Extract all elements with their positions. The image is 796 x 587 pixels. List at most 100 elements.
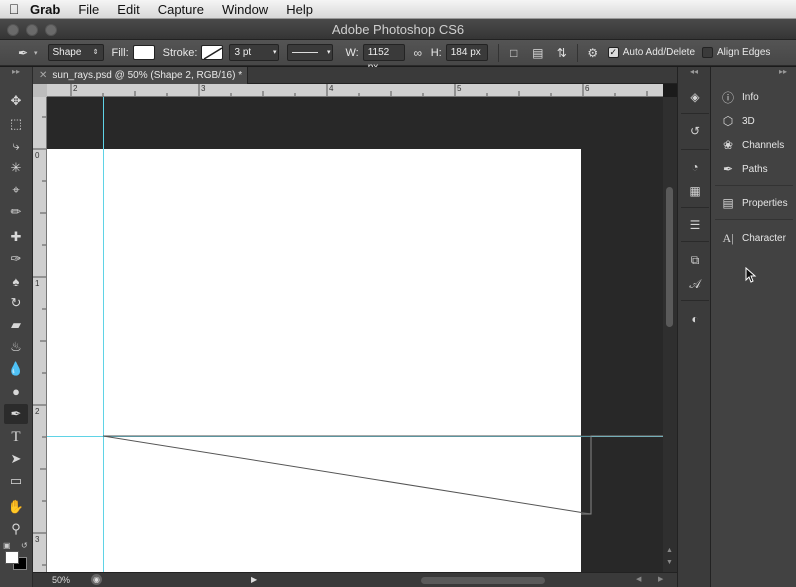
foreground-color-swatch[interactable] bbox=[5, 551, 19, 564]
vruler-label: 3 bbox=[35, 535, 40, 544]
dodge-tool-icon[interactable]: ● bbox=[4, 381, 28, 401]
menu-app-name[interactable]: Grab bbox=[28, 2, 69, 17]
quick-selection-tool-icon[interactable]: ✳ bbox=[4, 158, 28, 178]
menu-window[interactable]: Window bbox=[213, 2, 277, 17]
tool-mode-select[interactable]: Shape ⇕ bbox=[47, 44, 104, 61]
vruler-label: 2 bbox=[35, 407, 40, 416]
vertical-scrollbar[interactable]: ▲ ▼ bbox=[663, 97, 677, 572]
divider bbox=[681, 300, 709, 301]
panel-paths[interactable]: ✒ Paths bbox=[720, 160, 768, 178]
rectangle-tool-icon[interactable]: ▭ bbox=[4, 471, 28, 491]
scroll-up-icon[interactable]: ▲ bbox=[666, 547, 673, 554]
panel-properties-label: Properties bbox=[742, 197, 788, 209]
document-window[interactable] bbox=[47, 97, 663, 572]
stroke-line-preview bbox=[292, 51, 319, 53]
horizontal-scrollbar-thumb[interactable] bbox=[421, 577, 545, 584]
status-info-icon[interactable]: ◉ bbox=[91, 574, 102, 585]
panel-properties[interactable]: ▤ Properties bbox=[720, 194, 788, 212]
hand-tool-icon[interactable]: ✋ bbox=[4, 497, 28, 517]
swatches-icon[interactable]: ▦ bbox=[684, 181, 706, 201]
history-brush-tool-icon[interactable]: ↻ bbox=[4, 293, 28, 313]
menu-file[interactable]: File bbox=[69, 2, 108, 17]
ruler-origin[interactable] bbox=[33, 84, 47, 97]
color-icon[interactable]: ◔ bbox=[684, 157, 706, 177]
vertical-ruler[interactable]: 0 1 2 3 bbox=[33, 97, 47, 572]
guides-and-path-overlay bbox=[47, 97, 663, 572]
mouse-cursor-icon bbox=[745, 267, 757, 283]
stroke-swatch[interactable] bbox=[201, 45, 224, 60]
eyedropper-tool-icon[interactable]: ✏ bbox=[4, 202, 28, 222]
zoom-tool-icon[interactable]: ⚲ bbox=[4, 519, 28, 539]
panel-channels[interactable]: ❀ Channels bbox=[720, 136, 784, 154]
stroke-type-select[interactable]: ▾ bbox=[287, 44, 334, 61]
move-tool-icon[interactable]: ✥ bbox=[4, 91, 28, 111]
vertical-scrollbar-thumb[interactable] bbox=[666, 187, 673, 327]
character-icon: A| bbox=[722, 230, 734, 245]
chevron-down-icon: ▾ bbox=[326, 49, 331, 56]
blur-tool-icon[interactable]: 💧 bbox=[4, 359, 28, 379]
swap-colors-icon[interactable]: ↺ bbox=[21, 541, 28, 550]
updown-icon: ⇕ bbox=[92, 49, 99, 56]
actions-icon[interactable]: ☰ bbox=[684, 215, 706, 235]
crop-tool-icon[interactable]: ⌖ bbox=[4, 180, 28, 200]
pen-tool-icon[interactable]: ✒ bbox=[4, 404, 28, 424]
mac-menubar:  Grab File Edit Capture Window Help bbox=[0, 0, 796, 19]
panel-info[interactable]: ⓘ Info bbox=[720, 88, 759, 106]
clone-stamp-tool-icon[interactable]: ♠ bbox=[4, 271, 28, 291]
marquee-tool-icon[interactable]: ⬚ bbox=[4, 114, 28, 134]
fill-swatch[interactable] bbox=[132, 45, 155, 60]
cube-icon: ⬡ bbox=[722, 114, 734, 128]
tools-panel: ▸▸ ✥ ⬚ ⤷ ✳ ⌖ ✏ ✚ ✑ ♠ ↻ ▰ ♨ 💧 ● ✒ T ➤ ▭ ✋… bbox=[0, 67, 33, 587]
paragraph-styles-icon[interactable]: 𝒜 bbox=[684, 274, 706, 294]
panel-character[interactable]: A| Character bbox=[720, 229, 785, 247]
path-operations-icon[interactable]: □ bbox=[505, 44, 523, 62]
width-input[interactable]: 1152 px bbox=[362, 44, 405, 73]
horizontal-ruler[interactable]: 2 3 4 5 6 bbox=[47, 84, 663, 97]
brush-tool-icon[interactable]: ✑ bbox=[4, 249, 28, 269]
color-swatches[interactable]: ▣ ↺ bbox=[3, 541, 29, 571]
gear-icon[interactable]: ⚙ bbox=[584, 44, 602, 62]
history-icon[interactable]: ↺ bbox=[684, 121, 706, 141]
scroll-left-icon[interactable]: ◀ bbox=[636, 575, 641, 583]
healing-brush-tool-icon[interactable]: ✚ bbox=[4, 227, 28, 247]
collapse-panels-icon[interactable]: ▸▸ bbox=[779, 67, 787, 77]
divider bbox=[681, 241, 709, 242]
auto-add-delete-checkbox[interactable]: ✓ bbox=[607, 47, 619, 58]
default-colors-icon[interactable]: ▣ bbox=[3, 541, 11, 550]
align-edges-checkbox[interactable] bbox=[702, 47, 714, 58]
path-arrangement-icon[interactable]: ⇅ bbox=[553, 44, 571, 62]
path-selection-tool-icon[interactable]: ➤ bbox=[4, 449, 28, 469]
link-icon[interactable]: ∞ bbox=[409, 44, 427, 62]
menu-help[interactable]: Help bbox=[277, 2, 322, 17]
scroll-down-icon[interactable]: ▼ bbox=[666, 559, 673, 566]
chevron-down-icon[interactable]: ▾ bbox=[34, 49, 38, 57]
fill-label: Fill: bbox=[111, 46, 129, 59]
height-label: H: bbox=[430, 46, 442, 59]
shape-path-right-edge[interactable] bbox=[581, 435, 663, 515]
scroll-right-icon[interactable]: ▶ bbox=[658, 575, 663, 583]
paint-bucket-tool-icon[interactable]: ♨ bbox=[4, 337, 28, 357]
panel-channels-label: Channels bbox=[742, 139, 785, 151]
status-menu-icon[interactable]: ▶ bbox=[251, 575, 257, 584]
eraser-tool-icon[interactable]: ▰ bbox=[4, 315, 28, 335]
shape-path-diagonal-edge[interactable] bbox=[102, 435, 592, 515]
layers-icon[interactable]: ◈ bbox=[684, 87, 706, 107]
path-alignment-icon[interactable]: ▤ bbox=[529, 44, 547, 62]
menu-edit[interactable]: Edit bbox=[108, 2, 148, 17]
collapse-dock-icon[interactable]: ◂◂ bbox=[690, 67, 698, 77]
panel-3d[interactable]: ⬡ 3D bbox=[720, 112, 755, 130]
adjustments-icon[interactable]: ◐ bbox=[684, 309, 706, 329]
type-tool-icon[interactable]: T bbox=[4, 427, 28, 447]
close-tab-icon[interactable]: ✕ bbox=[39, 70, 47, 81]
document-tab[interactable]: ✕ sun_rays.psd @ 50% (Shape 2, RGB/16) * bbox=[33, 67, 248, 84]
clone-source-icon[interactable]: ⧉ bbox=[684, 250, 706, 270]
collapse-tools-icon[interactable]: ▸▸ bbox=[0, 67, 32, 77]
lasso-tool-icon[interactable]: ⤷ bbox=[4, 136, 28, 156]
channels-icon: ❀ bbox=[722, 138, 734, 152]
pen-tool-preset-icon[interactable]: ✒ bbox=[14, 44, 32, 62]
height-input[interactable]: 184 px bbox=[445, 44, 488, 61]
apple-icon[interactable]:  bbox=[0, 1, 28, 17]
stroke-width-field[interactable]: 3 pt ▾ bbox=[229, 44, 280, 61]
menu-capture[interactable]: Capture bbox=[149, 2, 213, 17]
zoom-level[interactable]: 50% bbox=[52, 575, 70, 585]
